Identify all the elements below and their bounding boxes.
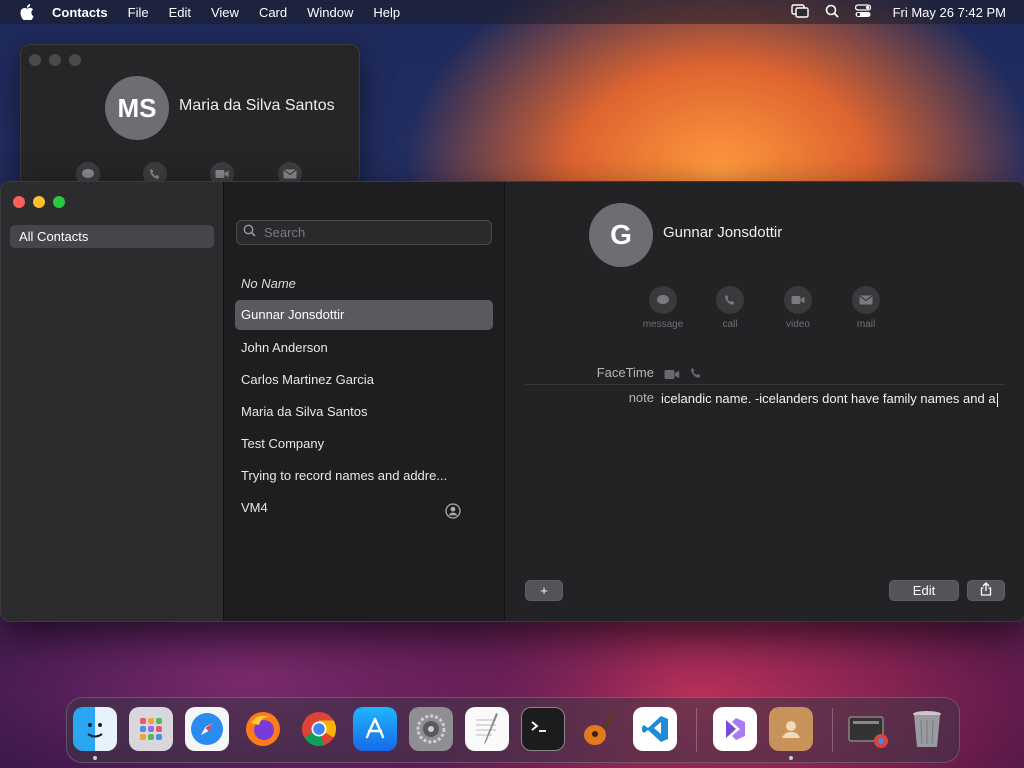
trash-icon[interactable] <box>905 707 949 751</box>
call-action[interactable]: call <box>702 286 758 330</box>
text-caret <box>996 392 998 407</box>
contact-item-no-name[interactable]: No Name <box>235 269 493 299</box>
sidebar-item-all-contacts[interactable]: All Contacts <box>10 225 214 248</box>
avatar: MS <box>105 76 169 140</box>
menu-app-contacts[interactable]: Contacts <box>52 5 108 20</box>
contact-list-pane: No Name Gunnar Jonsdottir John Anderson … <box>224 182 505 621</box>
menu-bar: Contacts File Edit View Card Window Help… <box>0 0 1024 24</box>
back-zoom-button[interactable] <box>69 54 81 66</box>
search-field[interactable] <box>236 220 492 245</box>
contact-card-window-back[interactable]: MS Maria da Silva Santos <box>20 44 360 186</box>
avatar-initial: G <box>610 219 632 250</box>
contact-item-vm4[interactable]: VM4 <box>235 493 493 523</box>
window-minimize-button[interactable] <box>33 196 45 208</box>
screen-mirroring-icon[interactable] <box>790 3 809 21</box>
vscode-icon[interactable] <box>633 707 677 751</box>
note-label: note <box>628 390 654 405</box>
facetime-audio-icon[interactable] <box>690 366 702 384</box>
my-card-person-icon <box>445 500 461 530</box>
terminal-icon[interactable] <box>521 707 565 751</box>
visual-studio-icon[interactable] <box>713 707 757 751</box>
add-button[interactable]: + <box>525 580 563 601</box>
apple-icon[interactable] <box>20 4 34 20</box>
dock-separator <box>696 708 697 752</box>
contact-item-maria-da-silva-santos[interactable]: Maria da Silva Santos <box>235 397 493 427</box>
avatar: G <box>589 203 653 267</box>
contact-detail-pane: G Gunnar Jonsdottir message call video m… <box>505 182 1024 621</box>
contact-item-john-anderson[interactable]: John Anderson <box>235 333 493 363</box>
note-field[interactable]: icelandic name. -icelanders dont have fa… <box>661 390 1007 407</box>
action-label: message <box>642 319 684 330</box>
contact-name: Maria da Silva Santos <box>179 97 335 114</box>
running-indicator <box>789 756 793 760</box>
share-icon <box>980 582 992 599</box>
edit-button[interactable]: Edit <box>889 580 959 601</box>
contact-item-label: VM4 <box>241 500 268 515</box>
action-label: call <box>722 319 738 330</box>
menu-card[interactable]: Card <box>259 5 287 20</box>
back-close-button[interactable] <box>29 54 41 66</box>
preview-icon[interactable] <box>847 707 891 751</box>
avatar-initials: MS <box>117 92 157 123</box>
garageband-icon[interactable] <box>577 707 621 751</box>
app-store-icon[interactable] <box>353 707 397 751</box>
control-center-icon[interactable] <box>854 3 871 21</box>
menu-window[interactable]: Window <box>307 5 353 20</box>
contact-item-gunnar-jonsdottir[interactable]: Gunnar Jonsdottir <box>235 300 493 330</box>
share-button[interactable] <box>967 580 1005 601</box>
field-divider <box>525 384 1005 385</box>
note-text[interactable]: icelandic name. -icelanders dont have fa… <box>661 391 996 406</box>
running-indicator <box>93 756 97 760</box>
menu-help[interactable]: Help <box>373 5 400 20</box>
spotlight-search-icon[interactable] <box>825 4 839 21</box>
menu-clock[interactable]: Fri May 26 7:42 PM <box>893 5 1006 20</box>
phone-icon[interactable] <box>716 286 744 314</box>
action-label: mail <box>856 319 876 330</box>
search-icon <box>243 224 256 242</box>
contacts-icon[interactable] <box>769 707 813 751</box>
contact-item-test-company[interactable]: Test Company <box>235 429 493 459</box>
message-action[interactable]: message <box>635 286 691 330</box>
textedit-icon[interactable] <box>465 707 509 751</box>
facetime-video-icon[interactable] <box>664 367 680 385</box>
search-input[interactable] <box>262 224 486 241</box>
contact-name: Gunnar Jonsdottir <box>663 224 783 241</box>
contact-item-trying-to-record[interactable]: Trying to record names and addre... <box>235 461 493 491</box>
action-label: video <box>786 319 810 330</box>
window-close-button[interactable] <box>13 196 25 208</box>
window-zoom-button[interactable] <box>53 196 65 208</box>
dock-separator <box>832 708 833 752</box>
video-icon[interactable] <box>784 286 812 314</box>
mail-action[interactable]: mail <box>838 286 894 330</box>
dock <box>66 697 960 763</box>
finder-icon[interactable] <box>73 707 117 751</box>
video-action[interactable]: video <box>770 286 826 330</box>
sidebar: All Contacts <box>1 182 224 621</box>
safari-icon[interactable] <box>185 707 229 751</box>
facetime-label: FaceTime <box>596 365 654 380</box>
chrome-icon[interactable] <box>297 707 341 751</box>
mail-icon[interactable] <box>852 286 880 314</box>
menu-file[interactable]: File <box>128 5 149 20</box>
launchpad-icon[interactable] <box>129 707 173 751</box>
system-settings-icon[interactable] <box>409 707 453 751</box>
menu-view[interactable]: View <box>211 5 239 20</box>
back-minimize-button[interactable] <box>49 54 61 66</box>
contacts-main-window[interactable]: All Contacts No Name Gunnar Jonsdottir J… <box>0 181 1024 622</box>
firefox-icon[interactable] <box>241 707 285 751</box>
contact-item-carlos-martinez-garcia[interactable]: Carlos Martinez Garcia <box>235 365 493 395</box>
menu-edit[interactable]: Edit <box>169 5 191 20</box>
message-icon[interactable] <box>649 286 677 314</box>
